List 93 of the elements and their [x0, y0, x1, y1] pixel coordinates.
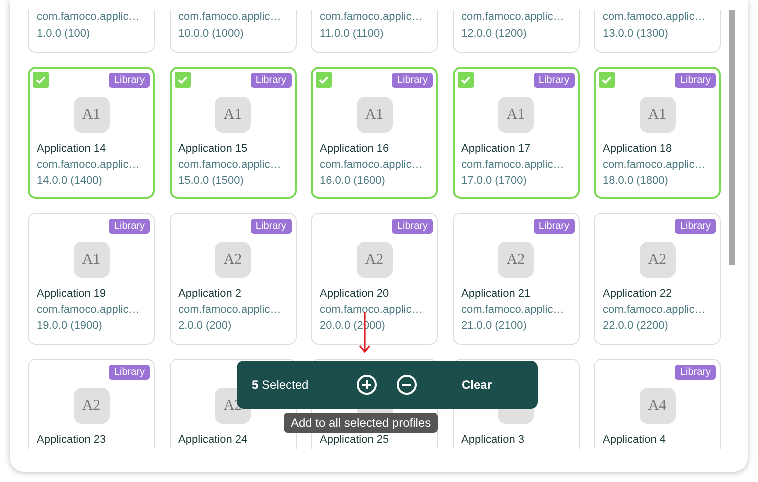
app-card[interactable]: Library A2 Application 23	[28, 359, 155, 449]
app-version: 12.0.0 (1200)	[462, 27, 528, 42]
app-icon: A2	[215, 242, 251, 278]
app-card[interactable]: Library A1 Application 17 com.famoco.applic… 17.0.0 (1700)	[452, 67, 580, 199]
app-name: Application 4	[603, 433, 667, 448]
app-icon: A1	[74, 242, 110, 278]
app-name: Application 23	[37, 433, 108, 448]
remove-icon[interactable]	[396, 374, 418, 396]
app-version: 2.0.0 (200)	[178, 319, 233, 334]
checkbox-checked-icon[interactable]	[599, 72, 615, 88]
app-icon: A2	[74, 388, 110, 424]
app-version: 21.0.0 (2100)	[462, 319, 528, 334]
app-icon: A2	[498, 242, 534, 278]
app-version: 19.0.0 (1900)	[37, 319, 104, 334]
app-icon: A1	[640, 97, 676, 133]
tooltip: Add to all selected profiles	[284, 413, 438, 433]
checkbox-checked-icon[interactable]	[174, 72, 190, 88]
package-name: com.famoco.applic…	[462, 303, 566, 318]
package-name: com.famoco.applic…	[37, 158, 141, 173]
app-icon: A1	[356, 97, 392, 133]
app-icon: A4	[640, 388, 676, 424]
app-card[interactable]: com.famoco.applic… 12.0.0 (1200)	[452, 10, 580, 53]
package-name: com.famoco.applic…	[603, 10, 707, 25]
library-badge: Library	[392, 73, 433, 88]
app-icon: A2	[640, 242, 676, 278]
package-name: com.famoco.applic…	[320, 10, 424, 25]
app-name: Application 2	[178, 287, 242, 302]
checkbox-checked-icon[interactable]	[458, 72, 474, 88]
library-badge: Library	[109, 365, 150, 380]
package-name: com.famoco.applic…	[603, 158, 707, 173]
scrollbar[interactable]	[729, 10, 735, 265]
app-version: 15.0.0 (1500)	[178, 174, 245, 189]
app-name: Application 15	[178, 142, 249, 157]
app-version: 16.0.0 (1600)	[320, 174, 386, 189]
app-name: Application 21	[462, 287, 532, 302]
library-badge: Library	[675, 73, 716, 88]
library-badge: Library	[250, 73, 292, 88]
package-name: com.famoco.applic…	[178, 10, 282, 25]
app-card[interactable]: Library A1 Application 18 com.famoco.applic… 18.0.0 (1800)	[594, 67, 721, 199]
app-card[interactable]: Library A2 Application 22 com.famoco.applic… 22.0.0 (2200)	[594, 213, 721, 345]
package-name: com.famoco.applic…	[178, 158, 282, 173]
package-name: com.famoco.applic…	[603, 303, 707, 318]
app-version: 14.0.0 (1400)	[37, 174, 104, 189]
app-icon: A1	[215, 97, 251, 133]
app-name: Application 22	[603, 287, 674, 302]
app-icon: A1	[74, 97, 110, 133]
app-card[interactable]: com.famoco.applic… 10.0.0 (1000)	[170, 10, 296, 53]
clear-button[interactable]: Clear	[456, 374, 498, 396]
app-icon: A1	[498, 97, 534, 133]
app-name: Application 3	[462, 433, 526, 448]
package-name: com.famoco.applic…	[320, 303, 424, 318]
app-card[interactable]: Library A2 Application 2 com.famoco.applic… 2.0.0 (200)	[170, 213, 296, 345]
app-version: 13.0.0 (1300)	[603, 27, 670, 42]
package-name: com.famoco.applic…	[462, 10, 566, 25]
library-badge: Library	[675, 219, 716, 234]
app-version: 18.0.0 (1800)	[603, 174, 670, 189]
app-version: 10.0.0 (1000)	[178, 27, 245, 42]
app-icon: A2	[356, 242, 392, 278]
checkbox-checked-icon[interactable]	[33, 72, 49, 88]
app-version: 11.0.0 (1100)	[320, 27, 385, 42]
package-name: com.famoco.applic…	[320, 158, 424, 173]
package-name: com.famoco.applic…	[37, 303, 141, 318]
app-card[interactable]: com.famoco.applic… 1.0.0 (100)	[28, 10, 155, 53]
app-name: Application 16	[320, 142, 390, 157]
library-badge: Library	[534, 73, 574, 88]
library-badge: Library	[109, 219, 150, 234]
app-card[interactable]: com.famoco.applic… 11.0.0 (1100)	[311, 10, 438, 53]
library-badge: Library	[534, 219, 574, 234]
package-name: com.famoco.applic…	[178, 303, 282, 318]
app-card[interactable]: Library A1 Application 14 com.famoco.applic… 14.0.0 (1400)	[28, 67, 155, 199]
library-badge: Library	[392, 219, 433, 234]
app-name: Application 25	[320, 433, 390, 448]
app-name: Application 20	[320, 287, 390, 302]
app-version: 1.0.0 (100)	[37, 27, 92, 42]
library-badge: Library	[250, 219, 292, 234]
app-version: 17.0.0 (1700)	[462, 174, 528, 189]
app-card[interactable]: Library A1 Application 16 com.famoco.applic… 16.0.0 (1600)	[311, 67, 438, 199]
library-badge: Library	[109, 73, 150, 88]
app-card[interactable]: Library A4 Application 4	[594, 359, 721, 449]
package-name: com.famoco.applic…	[462, 158, 566, 173]
package-name: com.famoco.applic…	[37, 10, 141, 25]
app-card[interactable]: Library A1 Application 19 com.famoco.applic… 19.0.0 (1900)	[28, 213, 155, 345]
app-name: Application 19	[37, 287, 108, 302]
checkbox-checked-icon[interactable]	[316, 72, 332, 88]
app-name: Application 17	[462, 142, 532, 157]
app-name: Application 18	[603, 142, 674, 157]
library-badge: Library	[675, 365, 716, 380]
app-version: 22.0.0 (2200)	[603, 319, 670, 334]
app-name: Application 14	[37, 142, 108, 157]
app-name: Application 24	[178, 433, 249, 448]
app-card[interactable]: Library A2 Application 21 com.famoco.applic… 21.0.0 (2100)	[452, 213, 580, 345]
app-card[interactable]: Library A1 Application 15 com.famoco.applic… 15.0.0 (1500)	[170, 67, 296, 199]
app-card[interactable]: com.famoco.applic… 13.0.0 (1300)	[594, 10, 721, 53]
